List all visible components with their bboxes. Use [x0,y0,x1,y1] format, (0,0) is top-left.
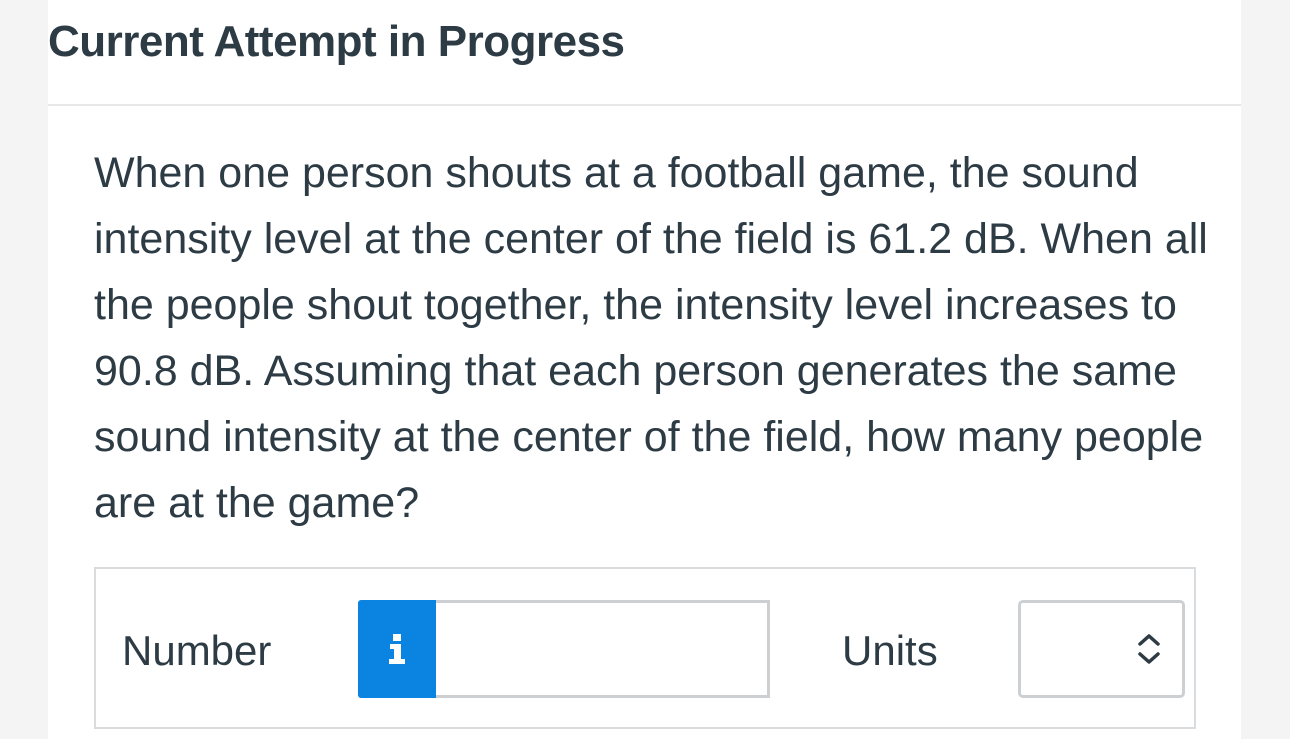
answer-box: Number Units [94,567,1196,729]
question-text: When one person shouts at a football gam… [94,149,1208,527]
attempt-header: Current Attempt in Progress [48,0,1241,106]
info-button[interactable] [358,600,436,698]
info-icon [389,634,405,664]
page-title: Current Attempt in Progress [48,17,625,66]
units-label: Units [842,627,938,674]
up-down-chevron-icon [1138,634,1160,664]
number-label: Number [122,627,272,674]
question-page: Current Attempt in Progress When one per… [48,0,1241,739]
number-input[interactable] [436,600,770,698]
units-select[interactable] [1018,600,1185,698]
